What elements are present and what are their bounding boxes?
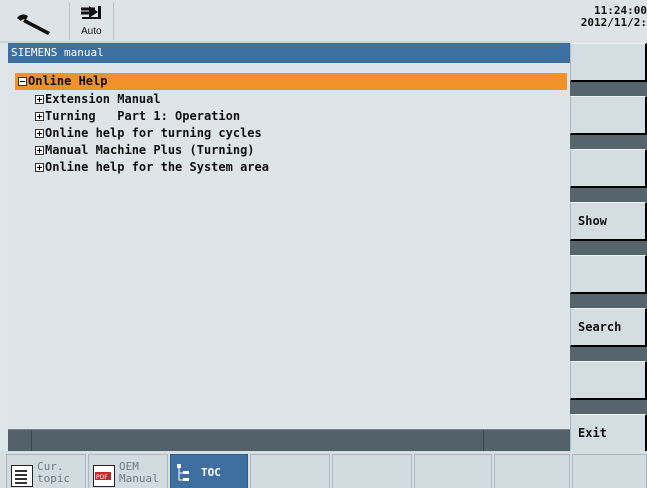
softkey-label: TOC [201, 466, 221, 479]
tree-item-label: Online help for the System area [45, 160, 269, 174]
expand-icon[interactable] [35, 129, 44, 138]
header-bar: Auto 11:24:00 2012/11/2: [0, 0, 647, 43]
clock: 11:24:00 2012/11/2: [567, 5, 647, 29]
search-button[interactable]: Search [570, 308, 647, 347]
tree-root-label: Online Help [28, 74, 108, 88]
status-segment [484, 430, 570, 451]
date-label: 2012/11/2: [580, 16, 647, 29]
expand-icon[interactable] [35, 146, 44, 155]
softkey-v2[interactable] [570, 96, 647, 135]
mode-indicator: Auto [70, 2, 114, 40]
expand-icon[interactable] [35, 95, 44, 104]
softkey-label: OEM [119, 460, 139, 473]
tree-children: Extension Manual Turning Part 1: Operati… [35, 91, 269, 176]
softkey-label: topic [37, 472, 71, 485]
softkey-gap [570, 294, 647, 308]
mode-label: Auto [81, 26, 102, 37]
toc-tree-panel: Online Help Extension Manual Turning Par… [8, 63, 570, 429]
document-icon [11, 465, 33, 487]
svg-text:PDF: PDF [96, 474, 108, 481]
tree-item-system-area[interactable]: Online help for the System area [35, 159, 269, 176]
pdf-icon: PDF [93, 465, 115, 487]
arrow-right-to-bar-icon [81, 6, 101, 19]
status-segment [32, 430, 484, 451]
status-segment [8, 430, 32, 451]
tree-root-online-help[interactable]: Online Help [15, 73, 567, 90]
softkey-gap [570, 400, 647, 414]
collapse-icon[interactable] [18, 77, 27, 86]
expand-icon[interactable] [35, 163, 44, 172]
expand-icon[interactable] [35, 112, 44, 121]
current-topic-button[interactable]: Cur. topic [6, 454, 86, 488]
softkey-v3[interactable] [570, 149, 647, 188]
softkey-gap [570, 347, 647, 361]
pdf-badge: PDF [95, 472, 111, 481]
softkey-gap [570, 82, 647, 96]
tree-item-extension-manual[interactable]: Extension Manual [35, 91, 269, 108]
tree-item-label: Online help for turning cycles [45, 126, 262, 140]
softkey-v5[interactable] [570, 255, 647, 294]
toc-button[interactable]: TOC [170, 454, 248, 488]
toc-tree-icon [177, 464, 189, 481]
softkey-h4[interactable] [250, 454, 330, 488]
softkey-gap [570, 188, 647, 202]
softkey-h6[interactable] [414, 454, 492, 488]
tree-item-label: Extension Manual [45, 92, 161, 106]
wrench-icon [17, 14, 50, 35]
status-bar [8, 429, 570, 451]
softkey-gap [570, 135, 647, 149]
show-button[interactable]: Show [570, 202, 647, 241]
exit-button[interactable]: Exit [570, 414, 647, 453]
softkey-v7[interactable] [570, 361, 647, 400]
tree-item-turning-operation[interactable]: Turning Part 1: Operation [35, 108, 269, 125]
oem-manual-button[interactable]: PDF OEM Manual [88, 454, 168, 488]
softkey-label: Cur. [37, 460, 64, 473]
softkey-gap [570, 241, 647, 255]
softkey-h8[interactable] [572, 454, 647, 488]
horizontal-softkey-bar: Cur. topic PDF OEM Manual TOC [0, 451, 647, 488]
softkey-label: Manual [119, 472, 159, 485]
softkey-h5[interactable] [332, 454, 412, 488]
tree-item-label: Turning Part 1: Operation [45, 109, 241, 123]
softkey-v1[interactable] [570, 43, 647, 82]
softkey-h7[interactable] [494, 454, 570, 488]
operating-area-button[interactable] [0, 2, 70, 40]
tree-item-manual-machine-plus[interactable]: Manual Machine Plus (Turning) [35, 142, 269, 159]
tree-item-label: Manual Machine Plus (Turning) [45, 143, 255, 157]
tree-item-turning-cycles[interactable]: Online help for turning cycles [35, 125, 269, 142]
window-title: SIEMENS manual [8, 43, 570, 63]
